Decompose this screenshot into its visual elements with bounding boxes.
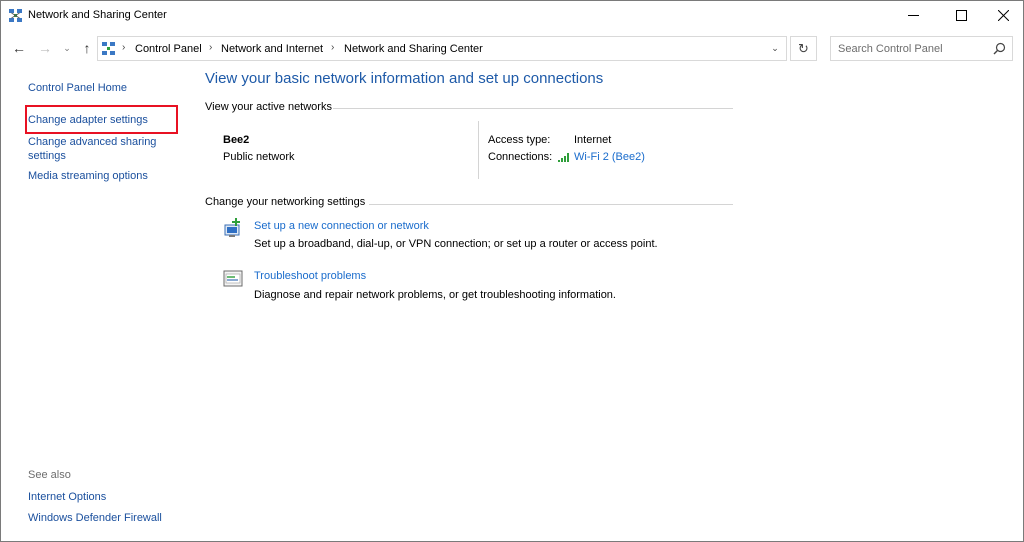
internet-options-link[interactable]: Internet Options (28, 490, 106, 504)
window-title: Network and Sharing Center (28, 9, 167, 21)
search-icon (993, 42, 1006, 55)
section-divider (333, 108, 733, 109)
back-arrow-icon: ← (12, 40, 26, 56)
network-info-divider (478, 121, 479, 179)
connections-label: Connections: (488, 151, 553, 163)
change-advanced-sharing-settings-link[interactable]: Change advanced sharing settings (28, 135, 156, 163)
link-line: Change advanced sharing (28, 136, 157, 148)
troubleshoot-problems-link[interactable]: Troubleshoot problems (254, 270, 366, 282)
minimize-icon (907, 14, 919, 16)
navigation-bar: ← → ⌄ ↑ › Control Panel › Network and In… (1, 33, 1023, 63)
breadcrumb-separator: › (331, 42, 335, 53)
troubleshoot-icon (223, 270, 243, 287)
windows-defender-firewall-link[interactable]: Windows Defender Firewall (28, 511, 162, 525)
link-line: settings (28, 150, 66, 162)
network-sharing-center-window: Network and Sharing Center ← → ⌄ ↑ › Con… (0, 0, 1024, 542)
back-button[interactable]: ← (9, 38, 29, 58)
breadcrumb-separator: › (122, 42, 126, 53)
network-type: Public network (223, 151, 295, 163)
control-panel-home-link[interactable]: Control Panel Home (28, 81, 127, 95)
refresh-button[interactable]: ↻ (790, 36, 817, 61)
up-arrow-icon: ↑ (83, 40, 91, 56)
networking-settings-heading: Change your networking settings (205, 196, 366, 208)
search-placeholder: Search Control Panel (838, 43, 943, 55)
breadcrumb-network-internet[interactable]: Network and Internet (221, 43, 323, 55)
left-navigation-pane: Control Panel Home Change adapter settin… (1, 65, 191, 541)
page-title: View your basic network information and … (205, 70, 604, 87)
chevron-down-icon: ⌄ (771, 42, 779, 53)
chevron-down-icon: ⌄ (63, 42, 71, 53)
access-type-label: Access type: (488, 134, 551, 146)
up-button[interactable]: ↑ (77, 38, 97, 58)
maximize-button[interactable] (939, 1, 983, 29)
close-icon (997, 9, 1009, 21)
change-adapter-settings-link[interactable]: Change adapter settings (28, 113, 148, 127)
forward-arrow-icon: → (38, 40, 52, 56)
breadcrumb-network-sharing-center[interactable]: Network and Sharing Center (344, 43, 483, 55)
breadcrumb-control-panel[interactable]: Control Panel (135, 43, 202, 55)
address-bar[interactable]: › Control Panel › Network and Internet ›… (97, 36, 787, 61)
wifi-signal-icon (558, 153, 569, 162)
main-content: View your basic network information and … (191, 65, 1023, 541)
control-panel-icon (102, 42, 115, 55)
forward-button[interactable]: → (35, 38, 55, 58)
access-type-value: Internet (574, 134, 612, 146)
troubleshoot-problems-description: Diagnose and repair network problems, or… (254, 289, 616, 301)
breadcrumb-separator: › (209, 42, 213, 53)
setup-new-connection-description: Set up a broadband, dial-up, or VPN conn… (254, 238, 658, 250)
media-streaming-options-link[interactable]: Media streaming options (28, 169, 148, 183)
minimize-button[interactable] (891, 1, 935, 29)
network-name: Bee2 (223, 134, 250, 146)
see-also-heading: See also (28, 469, 71, 481)
address-dropdown-button[interactable]: ⌄ (768, 41, 782, 55)
section-divider (369, 204, 733, 205)
close-button[interactable] (981, 1, 1024, 29)
maximize-icon (955, 9, 967, 21)
new-connection-icon (224, 218, 240, 237)
active-networks-heading: View your active networks (205, 101, 332, 113)
wifi-connection-link[interactable]: Wi-Fi 2 (Bee2) (574, 151, 645, 163)
refresh-icon: ↻ (798, 40, 809, 56)
search-input[interactable]: Search Control Panel (830, 36, 1013, 61)
setup-new-connection-link[interactable]: Set up a new connection or network (254, 220, 429, 232)
network-center-icon (9, 9, 22, 22)
recent-locations-button[interactable]: ⌄ (61, 38, 73, 58)
title-bar: Network and Sharing Center (1, 1, 1023, 31)
